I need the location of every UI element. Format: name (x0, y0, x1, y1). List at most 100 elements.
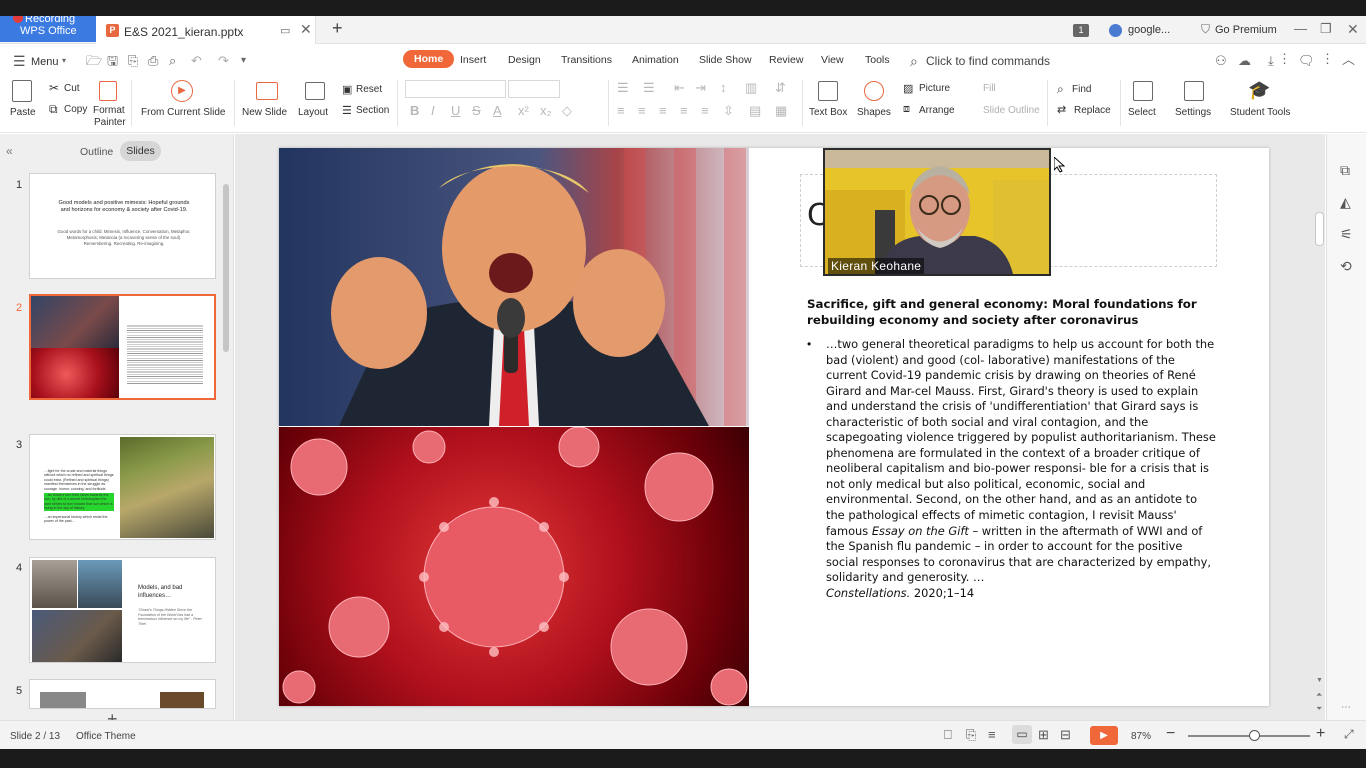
prev-slide-icon[interactable]: ⏶ (1316, 690, 1322, 700)
underline-icon[interactable]: U (451, 103, 460, 118)
align-left-icon[interactable]: ≡ (617, 103, 625, 118)
options-icon[interactable]: ⋮ (1321, 52, 1334, 66)
play-icon[interactable]: ▶ (171, 80, 193, 102)
canvas-scrollbar[interactable] (1315, 212, 1324, 246)
reading-view-icon[interactable]: ⊟ (1060, 727, 1071, 743)
graduation-cap-icon[interactable]: 🎓 (1248, 80, 1270, 101)
reset-button[interactable]: Reset (356, 84, 382, 95)
slide-thumbnail-3[interactable]: …fight for the crude and material things… (29, 434, 216, 540)
format-painter-icon[interactable] (99, 81, 117, 101)
paste-icon[interactable] (12, 80, 32, 102)
font-color-icon[interactable]: A (493, 103, 502, 118)
increase-indent-icon[interactable]: ⇥ (695, 80, 706, 96)
slide-outline-button[interactable]: Slide Outline (983, 105, 1040, 116)
zoom-level[interactable]: 87% (1131, 731, 1151, 742)
zoom-slider[interactable] (1188, 730, 1310, 741)
slide-thumbnail-1[interactable]: Good models and positive mimesis: Hopefu… (29, 173, 216, 279)
shapes-button[interactable]: Shapes (857, 107, 891, 118)
comment-icon[interactable]: 🗨 (1298, 54, 1315, 68)
document-tab[interactable]: P E&S 2021_kieran.pptx ▭ ✕ (96, 16, 316, 44)
menu-button[interactable]: Menu (31, 56, 59, 68)
find-commands-search[interactable]: Click to find commands (926, 54, 1050, 68)
align-center-icon[interactable]: ≡ (638, 103, 646, 118)
bullets-icon[interactable]: ☰ (617, 80, 629, 96)
collapse-ribbon-icon[interactable]: ︿ (1342, 53, 1355, 67)
collapse-panel-icon[interactable]: « (6, 144, 13, 158)
minimize-icon[interactable]: — (1294, 22, 1307, 36)
replace-button[interactable]: Replace (1074, 105, 1111, 116)
redo-icon[interactable]: ↷ (218, 54, 229, 68)
adjust-icon[interactable]: ⚟ (1340, 226, 1353, 243)
format-painter-label[interactable]: Format (93, 105, 125, 116)
new-tab-button[interactable]: + (332, 19, 343, 37)
tab-view[interactable]: View (821, 54, 844, 66)
restore-icon[interactable]: ❐ (1320, 22, 1332, 36)
cloud-icon[interactable]: ☁ (1238, 54, 1251, 68)
share-user-icon[interactable]: ⚇ (1215, 54, 1227, 68)
slides-tab[interactable]: Slides (120, 141, 161, 161)
layout-button[interactable]: Layout (298, 107, 328, 118)
participant-video-tile[interactable]: Kieran Keohane (823, 148, 1051, 276)
tab-window-icon[interactable]: ▭ (280, 24, 290, 38)
text-box-icon[interactable] (818, 81, 838, 101)
zoom-slider-handle[interactable] (1249, 730, 1261, 741)
from-current-slide-button[interactable]: From Current Slide (141, 107, 225, 118)
line-spacing-icon[interactable]: ↕ (720, 80, 727, 95)
justify-icon[interactable]: ≡ (680, 103, 688, 118)
text-direction-icon[interactable]: ⇵ (775, 80, 786, 96)
scroll-down-icon[interactable]: ▼ (1316, 677, 1323, 684)
tab-tools[interactable]: Tools (865, 54, 890, 66)
comments-icon[interactable]: ⎘ (966, 727, 976, 743)
notification-badge[interactable]: 1 (1073, 24, 1089, 37)
chevron-down-icon[interactable]: ▾ (62, 56, 66, 65)
tab-animation[interactable]: Animation (632, 54, 679, 66)
undo-icon[interactable]: ↶ (191, 54, 202, 68)
new-slide-icon[interactable] (256, 82, 278, 100)
cut-button[interactable]: Cut (64, 83, 80, 94)
print-icon[interactable]: ⎙ (148, 54, 158, 68)
export-icon[interactable]: ⎘ (128, 54, 138, 68)
strikethrough-icon[interactable]: S (472, 103, 481, 118)
arrange-button[interactable]: Arrange (919, 105, 955, 116)
customize-toolbar-icon[interactable]: ▾ (241, 54, 246, 68)
tab-design[interactable]: Design (508, 54, 541, 66)
theme-name[interactable]: Office Theme (76, 731, 136, 742)
font-size-select[interactable] (508, 80, 560, 98)
select-button[interactable]: Select (1128, 107, 1156, 118)
subscript-icon[interactable]: x₂ (540, 103, 552, 118)
slide-2[interactable]: C Sacrifice, gift and general economy: M… (279, 148, 1269, 706)
tab-review[interactable]: Review (769, 54, 803, 66)
slide-thumbnail-5[interactable] (29, 679, 216, 709)
close-tab-icon[interactable]: ✕ (300, 22, 312, 36)
section-button[interactable]: Section (356, 105, 389, 116)
text-box-align-icon[interactable]: ▤ (749, 103, 761, 119)
picture-button[interactable]: Picture (919, 83, 950, 94)
settings-button[interactable]: Settings (1175, 107, 1211, 118)
tab-slide-show[interactable]: Slide Show (699, 54, 752, 66)
zoom-out-icon[interactable]: − (1166, 725, 1175, 743)
font-name-select[interactable] (405, 80, 506, 98)
history-icon[interactable]: ⤓ (1268, 54, 1274, 68)
save-icon[interactable]: 🖫 (107, 54, 118, 68)
history-pane-icon[interactable]: ⟲ (1340, 258, 1352, 275)
tab-insert[interactable]: Insert (460, 54, 486, 66)
columns-icon[interactable]: ▥ (745, 80, 757, 96)
account-avatar[interactable] (1109, 24, 1122, 37)
select-icon[interactable] (1133, 81, 1153, 101)
distribute-icon[interactable]: ≡ (701, 103, 709, 118)
fit-window-icon[interactable]: ⤢ (1344, 727, 1354, 742)
play-slideshow-button[interactable]: ▶ (1090, 726, 1118, 745)
copy-button[interactable]: Copy (64, 104, 87, 115)
tab-home[interactable]: Home (403, 50, 455, 68)
print-preview-icon[interactable]: ⌕ (169, 54, 176, 68)
align-right-icon[interactable]: ≡ (659, 103, 667, 118)
text-box-button[interactable]: Text Box (809, 107, 847, 118)
shapes-icon[interactable] (864, 81, 884, 101)
slide-thumbnail-4[interactable]: Models, and bad influences… "Girard's Th… (29, 557, 216, 663)
more-icon[interactable]: ⋮ (1278, 52, 1291, 66)
new-slide-button[interactable]: New Slide (242, 107, 287, 118)
panel-scrollbar[interactable] (223, 184, 229, 352)
vertical-align-icon[interactable]: ⇳ (723, 103, 734, 119)
more-options-icon[interactable]: ⋯ (1341, 702, 1351, 713)
close-window-icon[interactable]: ✕ (1347, 22, 1359, 36)
